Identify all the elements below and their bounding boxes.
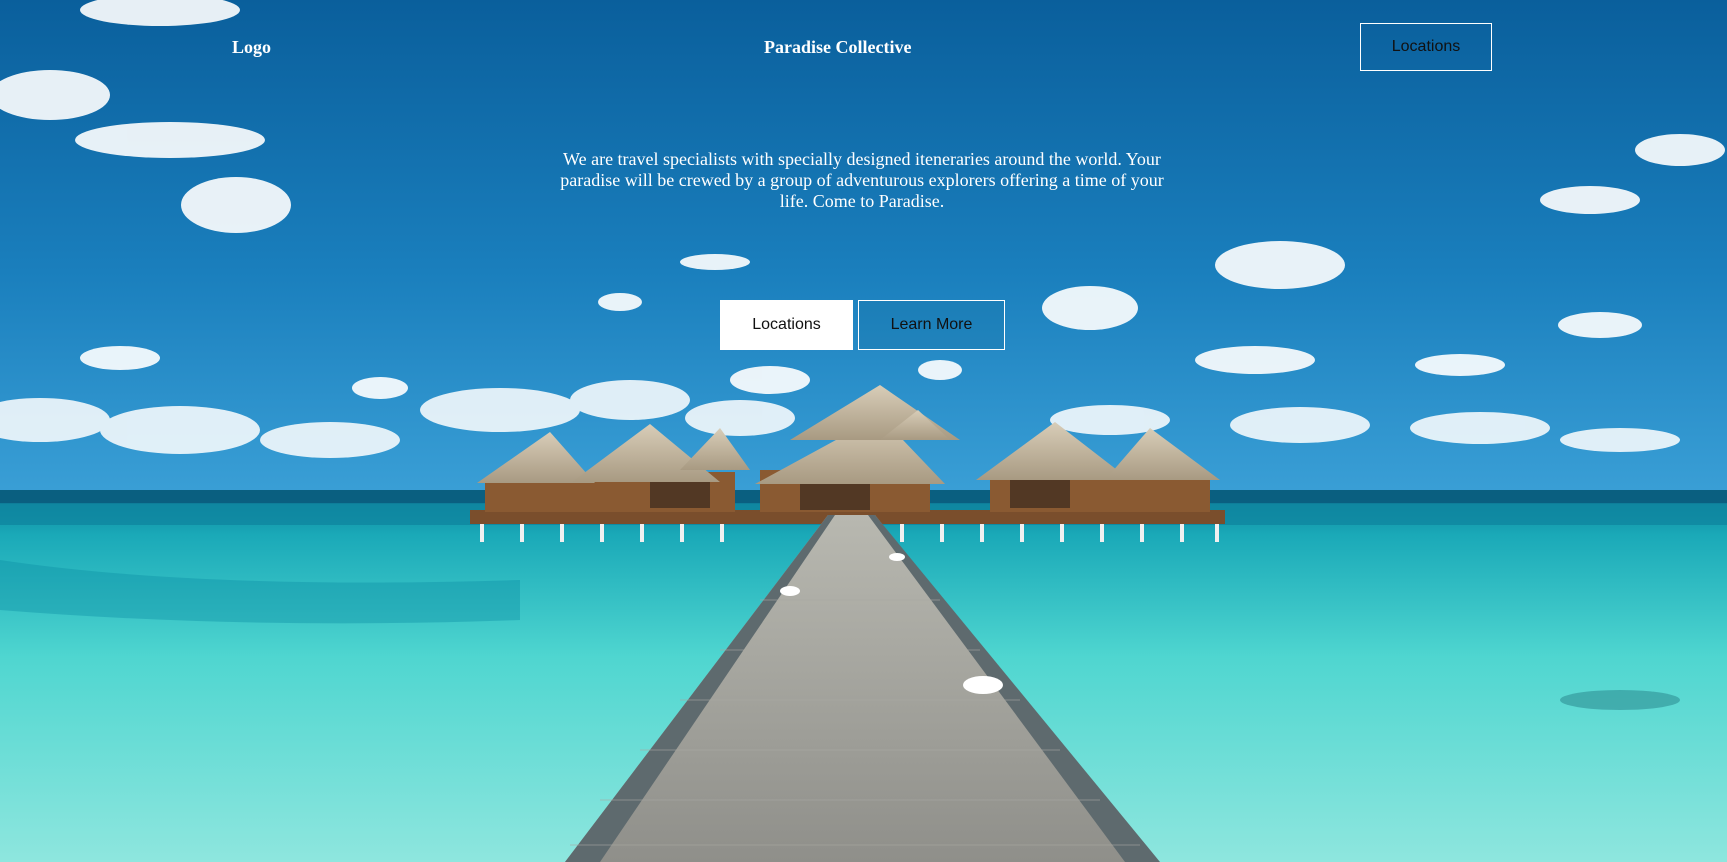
top-navigation: Logo Paradise Collective Locations: [0, 0, 1727, 100]
learn-more-button[interactable]: Learn More: [858, 300, 1005, 350]
brand-name: Paradise Collective: [764, 37, 912, 57]
hero-section: Logo Paradise Collective Locations We ar…: [0, 0, 1727, 862]
logo[interactable]: Logo: [232, 37, 271, 58]
hero-button-group: Locations Learn More: [720, 300, 1005, 350]
locations-button[interactable]: Locations: [720, 300, 853, 350]
nav-locations-button[interactable]: Locations: [1360, 23, 1492, 71]
hero-tagline: We are travel specialists with specially…: [560, 149, 1164, 211]
hero-background-image: [0, 0, 1727, 862]
